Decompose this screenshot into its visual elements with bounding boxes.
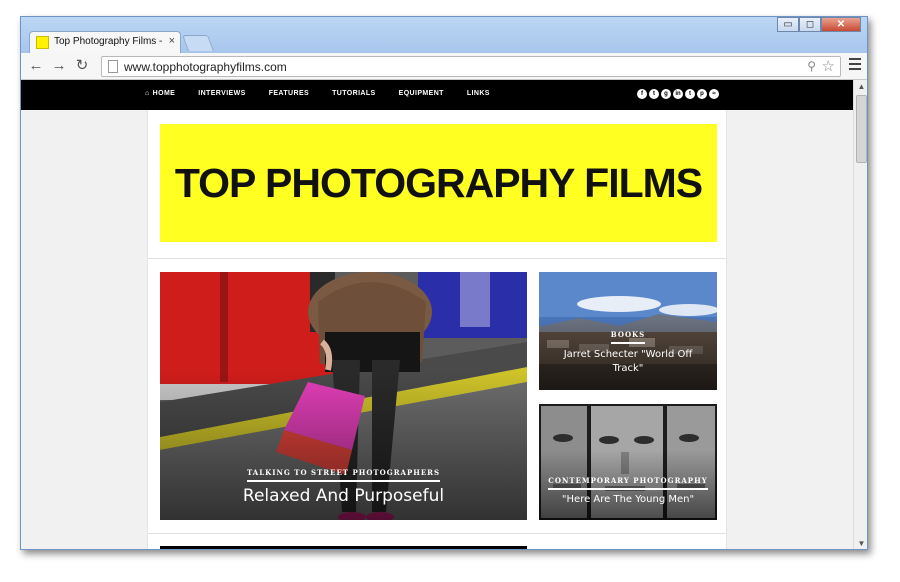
side-feature-card[interactable]: BOOKS Jarret Schecter "World Off Track": [539, 272, 717, 390]
nav-tutorials[interactable]: TUTORIALS: [332, 90, 376, 97]
page-viewport: ⌂ HOME INTERVIEWS FEATURES TUTORIALS EQUI…: [21, 80, 853, 549]
nav-interviews[interactable]: INTERVIEWS: [198, 90, 245, 97]
main-feature-category-label: TALKING TO STREET PHOTOGRAPHERS: [246, 468, 441, 482]
browser-menu-icon[interactable]: [849, 58, 861, 73]
side-feature-category[interactable]: CONTEMPORARY PHOTOGRAPHY: [539, 476, 717, 490]
browser-toolbar: ← → ↻ www.topphotographyfilms.com ⚲ ☆: [21, 53, 867, 80]
maximize-button[interactable]: ◻: [799, 17, 821, 32]
main-feature-card[interactable]: TALKING TO STREET PHOTOGRAPHERS Relaxed …: [160, 272, 527, 520]
divider: [148, 258, 726, 259]
facebook-icon[interactable]: f: [637, 89, 647, 99]
scroll-thumb[interactable]: [856, 95, 867, 163]
vertical-scrollbar[interactable]: ▲ ▼: [853, 80, 867, 549]
scroll-up-icon[interactable]: ▲: [854, 80, 867, 94]
side-feature-title[interactable]: "Here Are The Young Men": [539, 494, 717, 505]
twitter-icon[interactable]: t: [649, 89, 659, 99]
close-window-button[interactable]: ✕: [821, 17, 861, 32]
address-bar[interactable]: www.topphotographyfilms.com ⚲ ☆: [101, 56, 841, 77]
site-navigation: ⌂ HOME INTERVIEWS FEATURES TUTORIALS EQUI…: [21, 80, 853, 110]
nav-home-label: HOME: [152, 90, 176, 97]
rss-icon[interactable]: ≈: [709, 89, 719, 99]
nav-equipment[interactable]: EQUIPMENT: [399, 90, 444, 97]
side-feature-category[interactable]: BOOKS: [539, 330, 717, 344]
social-icons: f t g in t p ≈: [637, 89, 721, 99]
scroll-down-icon[interactable]: ▼: [854, 537, 867, 549]
new-tab-button[interactable]: [182, 35, 214, 51]
url-text[interactable]: www.topphotographyfilms.com: [124, 60, 287, 74]
site-banner[interactable]: TOP PHOTOGRAPHY FILMS: [160, 124, 717, 242]
site-favicon-icon: [36, 36, 49, 49]
title-bar: Top Photography Films - I × ▭ ◻ ✕: [21, 17, 867, 53]
main-feature-category[interactable]: TALKING TO STREET PHOTOGRAPHERS: [160, 468, 527, 482]
site-title: TOP PHOTOGRAPHY FILMS: [174, 160, 703, 206]
side-feature-category-label: CONTEMPORARY PHOTOGRAPHY: [548, 476, 708, 490]
window-controls: ▭ ◻ ✕: [777, 17, 861, 33]
browser-tab[interactable]: Top Photography Films - I ×: [29, 31, 181, 53]
reload-button[interactable]: ↻: [73, 57, 91, 75]
bookmark-star-icon[interactable]: ☆: [822, 57, 835, 75]
search-icon[interactable]: ⚲: [807, 59, 816, 73]
nav-links[interactable]: LINKS: [467, 90, 490, 97]
minimize-button[interactable]: ▭: [777, 17, 799, 32]
side-feature-card[interactable]: CONTEMPORARY PHOTOGRAPHY "Here Are The Y…: [539, 404, 717, 520]
home-icon: ⌂: [145, 90, 150, 97]
linkedin-icon[interactable]: in: [673, 89, 683, 99]
next-article-strip[interactable]: [160, 546, 527, 549]
main-feature-title[interactable]: Relaxed And Purposeful: [160, 486, 527, 506]
back-button[interactable]: ←: [27, 57, 45, 75]
page-icon: [108, 60, 118, 73]
site-menu: ⌂ HOME INTERVIEWS FEATURES TUTORIALS EQUI…: [145, 90, 513, 97]
tab-close-icon[interactable]: ×: [169, 35, 175, 47]
nav-features[interactable]: FEATURES: [269, 90, 309, 97]
content-column: TOP PHOTOGRAPHY FILMS TALKING TO STREET …: [147, 110, 727, 549]
forward-button[interactable]: →: [50, 57, 68, 75]
google-plus-icon[interactable]: g: [661, 89, 671, 99]
side-feature-category-label: BOOKS: [610, 330, 646, 344]
browser-window: Top Photography Films - I × ▭ ◻ ✕ ← → ↻ …: [20, 16, 868, 550]
tab-title: Top Photography Films - I: [54, 36, 162, 47]
nav-home[interactable]: ⌂ HOME: [145, 90, 175, 97]
divider: [148, 533, 726, 534]
tumblr-icon[interactable]: t: [685, 89, 695, 99]
pinterest-icon[interactable]: p: [697, 89, 707, 99]
side-feature-title[interactable]: Jarret Schecter "World Off Track": [539, 348, 717, 376]
